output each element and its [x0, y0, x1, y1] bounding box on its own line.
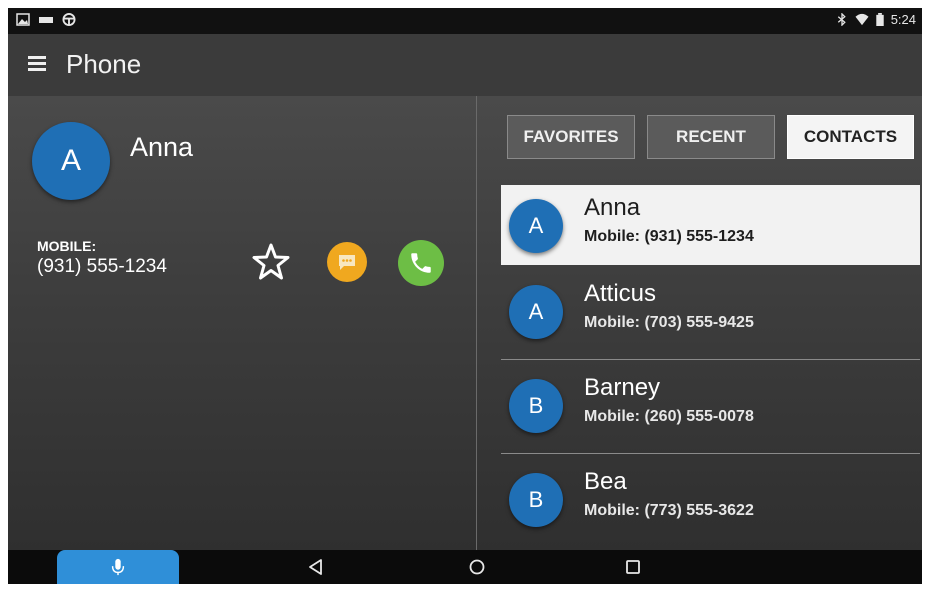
phone-app-screen: 5:24 Phone A Anna MOBILE: (931) 555-1234 — [8, 8, 922, 584]
pane-divider — [476, 96, 477, 550]
detail-avatar: A — [32, 122, 110, 200]
contact-row-anna[interactable]: A Anna Mobile: (931) 555-1234 — [501, 185, 920, 265]
recents-icon[interactable] — [622, 556, 644, 578]
contact-avatar: B — [509, 473, 563, 527]
contact-avatar: B — [509, 379, 563, 433]
row-divider — [501, 453, 920, 454]
status-bar: 5:24 — [8, 8, 922, 34]
tab-favorites[interactable]: FAVORITES — [507, 115, 635, 159]
contact-phone: Mobile: (703) 555-9425 — [584, 314, 754, 331]
message-button[interactable] — [327, 242, 367, 282]
message-icon — [339, 255, 355, 270]
app-bar: Phone — [8, 34, 922, 96]
contact-name: Atticus — [584, 280, 657, 307]
content-area: A Anna MOBILE: (931) 555-1234 FAVORITES — [8, 96, 922, 550]
tab-contacts[interactable]: CONTACTS — [787, 115, 914, 159]
row-divider — [501, 359, 920, 360]
contact-name: Bea — [584, 468, 627, 495]
contact-phone: Mobile: (260) 555-0078 — [584, 408, 754, 425]
contact-phone: Mobile: (931) 555-1234 — [584, 228, 754, 245]
microphone-icon — [111, 558, 125, 576]
home-icon[interactable] — [466, 556, 488, 578]
contact-avatar: A — [509, 285, 563, 339]
back-icon[interactable] — [305, 556, 327, 578]
steering-wheel-icon — [62, 13, 76, 26]
favorite-star-button[interactable] — [251, 242, 291, 282]
status-time: 5:24 — [890, 12, 916, 27]
app-title: Phone — [66, 49, 142, 79]
detail-name: Anna — [130, 132, 194, 162]
hamburger-menu-icon[interactable] — [28, 56, 46, 72]
call-button[interactable] — [398, 240, 444, 286]
contact-phone: Mobile: (773) 555-3622 — [584, 502, 754, 519]
tab-recent[interactable]: RECENT — [647, 115, 775, 159]
contact-name: Anna — [584, 194, 641, 221]
detail-phone-label: MOBILE: — [37, 238, 97, 254]
contact-name: Barney — [584, 374, 661, 401]
contact-row-barney[interactable]: B Barney Mobile: (260) 555-0078 — [501, 365, 920, 445]
navigation-bar — [8, 550, 922, 584]
fm-radio-icon — [39, 17, 53, 23]
image-icon — [16, 13, 30, 26]
voice-button[interactable] — [57, 550, 179, 584]
battery-icon — [875, 13, 884, 26]
contact-row-atticus[interactable]: A Atticus Mobile: (703) 555-9425 — [501, 271, 920, 351]
bluetooth-icon — [837, 13, 846, 26]
contact-avatar: A — [509, 199, 563, 253]
star-icon — [252, 243, 290, 280]
phone-call-icon — [411, 253, 431, 273]
wifi-icon — [855, 13, 869, 26]
contact-row-bea[interactable]: B Bea Mobile: (773) 555-3622 — [501, 459, 920, 539]
detail-phone-number: (931) 555-1234 — [37, 256, 167, 277]
